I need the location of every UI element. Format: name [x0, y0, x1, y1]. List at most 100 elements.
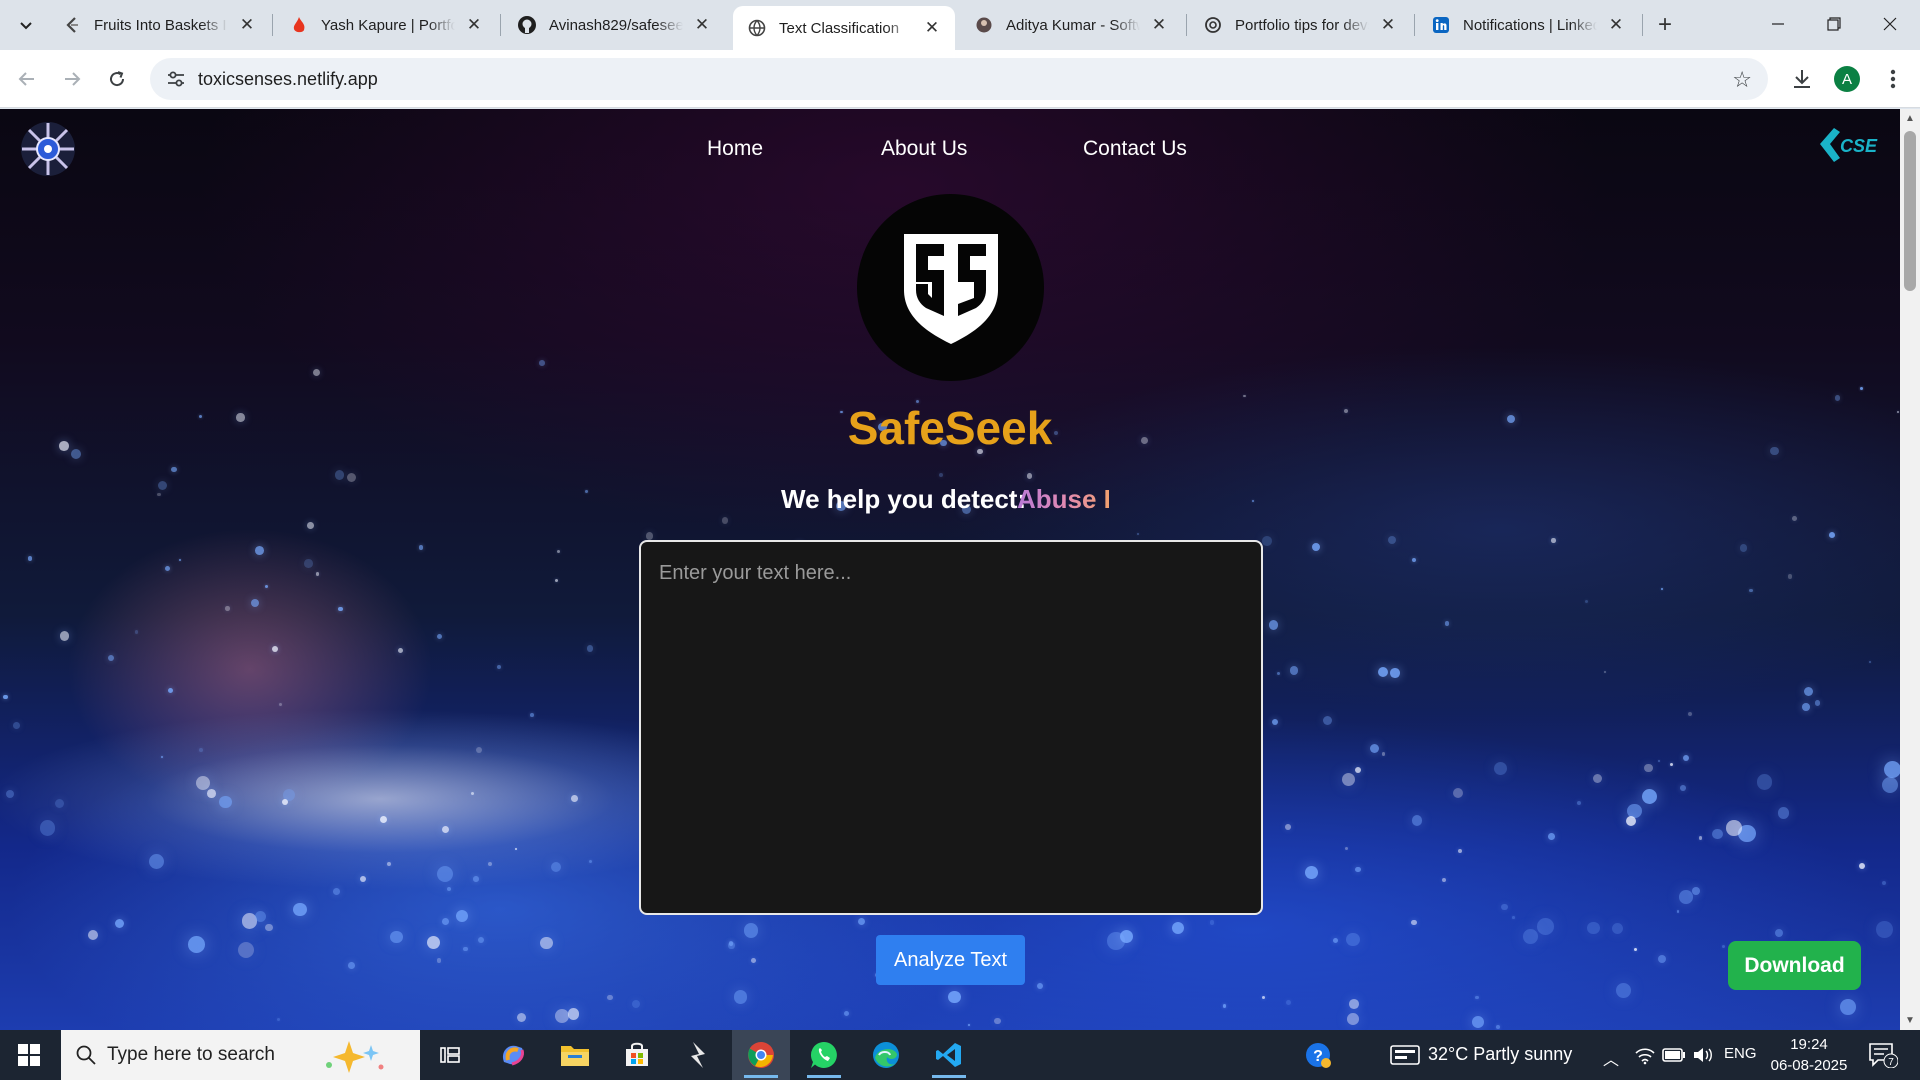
- page-scrollbar[interactable]: ▲ ▼: [1900, 109, 1920, 1030]
- address-bar[interactable]: toxicsenses.netlify.app ☆: [150, 58, 1768, 100]
- battery-icon[interactable]: [1662, 1048, 1686, 1062]
- taskbar-store[interactable]: [608, 1030, 666, 1080]
- nav-contact-link[interactable]: Contact Us: [1083, 137, 1187, 161]
- taskbar-copilot[interactable]: [484, 1030, 542, 1080]
- bokeh-particle: [1458, 848, 1463, 853]
- downloads-button[interactable]: [1784, 61, 1820, 97]
- nav-about-link[interactable]: About Us: [881, 137, 967, 161]
- bokeh-particle: [55, 799, 65, 809]
- text-input[interactable]: [639, 540, 1263, 915]
- bokeh-particle: [1444, 620, 1450, 626]
- restore-button[interactable]: [1806, 0, 1862, 48]
- bokeh-particle: [844, 1011, 850, 1017]
- bokeh-particle: [304, 559, 313, 568]
- tab-yash-portfolio[interactable]: Yash Kapure | Portfolio ✕: [275, 6, 497, 44]
- bokeh-particle: [312, 368, 320, 376]
- arrow-left-icon: [18, 72, 34, 86]
- scroll-up-icon[interactable]: ▲: [1904, 113, 1916, 124]
- start-button[interactable]: [0, 1030, 58, 1080]
- profile-button[interactable]: A: [1829, 61, 1865, 97]
- show-hidden-icons[interactable]: ︿: [1603, 1046, 1619, 1070]
- close-icon[interactable]: ✕: [921, 17, 943, 39]
- bokeh-particle: [1475, 996, 1479, 1000]
- forward-button[interactable]: [54, 61, 90, 97]
- weather-icon[interactable]: [1390, 1045, 1420, 1065]
- bokeh-particle: [550, 861, 562, 873]
- tab-portfolio-tips[interactable]: Portfolio tips for devs ✕: [1189, 6, 1411, 44]
- taskbar-whatsapp[interactable]: [795, 1030, 853, 1080]
- tab-separator: [1186, 14, 1187, 36]
- tab-github-safeseek[interactable]: Avinash829/safeseek ✕: [503, 6, 725, 44]
- close-icon[interactable]: ✕: [463, 14, 485, 36]
- task-view-button[interactable]: [421, 1030, 479, 1080]
- bokeh-particle: [1171, 921, 1185, 935]
- task-view-icon: [440, 1047, 460, 1063]
- taskbar-vscode[interactable]: [920, 1030, 978, 1080]
- taskbar-file-explorer[interactable]: [546, 1030, 604, 1080]
- nav-home-link[interactable]: Home: [707, 137, 763, 161]
- close-icon[interactable]: ✕: [691, 14, 713, 36]
- system-clock[interactable]: 19:24 06-08-2025: [1768, 1034, 1850, 1076]
- close-icon[interactable]: ✕: [236, 14, 258, 36]
- bokeh-particle: [442, 918, 450, 926]
- close-icon[interactable]: ✕: [1605, 14, 1627, 36]
- language-indicator[interactable]: ENG: [1724, 1045, 1757, 1062]
- taskbar-edge[interactable]: [857, 1030, 915, 1080]
- bokeh-particle: [728, 942, 735, 949]
- tab-text-classification[interactable]: Text Classification ✕: [733, 6, 955, 50]
- back-button[interactable]: [9, 61, 45, 97]
- tab-aditya-kumar[interactable]: Aditya Kumar - Software ✕: [960, 6, 1182, 44]
- bokeh-particle: [27, 555, 33, 561]
- help-button[interactable]: ?: [1289, 1030, 1347, 1080]
- minimize-button[interactable]: [1750, 0, 1806, 48]
- taskbar-app-bolt[interactable]: [670, 1030, 728, 1080]
- wifi-icon[interactable]: [1634, 1047, 1656, 1065]
- close-window-button[interactable]: [1862, 0, 1918, 48]
- bokeh-particle: [1676, 909, 1680, 913]
- tab-leetcode[interactable]: Fruits Into Baskets III ✕: [48, 6, 270, 44]
- volume-icon[interactable]: [1692, 1046, 1714, 1064]
- flame-icon: [289, 15, 309, 35]
- site-info-icon[interactable]: [156, 70, 196, 88]
- download-button[interactable]: Download: [1728, 941, 1861, 990]
- new-tab-button[interactable]: +: [1649, 9, 1681, 41]
- tab-search-button[interactable]: [10, 9, 42, 41]
- bokeh-particle: [471, 791, 475, 795]
- taskbar-chrome[interactable]: [732, 1030, 790, 1080]
- close-icon[interactable]: ✕: [1377, 14, 1399, 36]
- bokeh-particle: [333, 887, 340, 895]
- bokeh-particle: [1791, 516, 1797, 522]
- detect-label: We help you detect:: [781, 484, 1027, 514]
- bokeh-particle: [967, 1024, 971, 1027]
- bokeh-particle: [1377, 666, 1388, 677]
- bokeh-particle: [1262, 535, 1272, 546]
- bokeh-particle: [1657, 955, 1666, 964]
- close-icon[interactable]: ✕: [1148, 14, 1170, 36]
- cse-logo[interactable]: CSE: [1816, 124, 1880, 168]
- bokeh-particle: [1627, 803, 1643, 819]
- weather-text[interactable]: 32°C Partly sunny: [1428, 1044, 1572, 1065]
- bokeh-particle: [1453, 787, 1464, 798]
- page-viewport: Home About Us Contact Us CSE SafeSeek We…: [0, 109, 1920, 1030]
- bokeh-particle: [306, 521, 314, 529]
- scroll-down-icon[interactable]: ▼: [1904, 1015, 1916, 1026]
- analyze-text-button[interactable]: Analyze Text: [876, 935, 1025, 985]
- bokeh-particle: [254, 910, 267, 923]
- reload-button[interactable]: [99, 61, 135, 97]
- bookmark-star-icon[interactable]: ☆: [1732, 67, 1752, 93]
- scrollbar-thumb[interactable]: [1904, 131, 1916, 291]
- bokeh-particle: [1354, 766, 1361, 773]
- bokeh-particle: [1333, 937, 1339, 943]
- bokeh-particle: [857, 917, 866, 926]
- bokeh-particle: [158, 481, 168, 491]
- tab-linkedin[interactable]: Notifications | LinkedIn ✕: [1417, 6, 1639, 44]
- bokeh-particle: [1346, 932, 1361, 947]
- browser-menu-button[interactable]: [1875, 61, 1911, 97]
- bokeh-particle: [947, 990, 961, 1004]
- notification-center-button[interactable]: 7: [1868, 1042, 1899, 1073]
- taskbar-search-placeholder: Type here to search: [107, 1044, 275, 1065]
- cse-logo-icon: CSE: [1820, 128, 1878, 162]
- site-logo[interactable]: [20, 121, 76, 177]
- taskbar-search-box[interactable]: Type here to search: [61, 1030, 420, 1080]
- bokeh-particle: [1537, 918, 1554, 935]
